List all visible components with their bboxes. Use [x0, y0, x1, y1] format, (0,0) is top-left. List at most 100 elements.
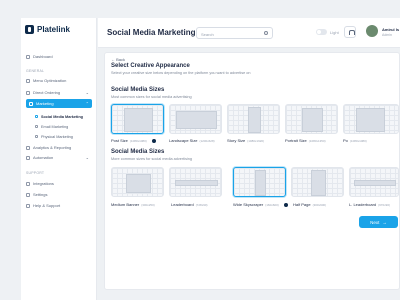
size-dimensions: (300x250) [141, 202, 155, 207]
size-card-wide-skyscraper[interactable] [233, 167, 286, 197]
page-title: Social Media Marketing [107, 28, 196, 37]
size-card-large-leaderboard[interactable] [349, 167, 399, 197]
sidebar-subitem-email-marketing[interactable]: Email Marketing [35, 123, 93, 130]
size-name: Wide Skyscraper [233, 202, 264, 207]
email-icon [35, 125, 38, 128]
search-icon [264, 31, 268, 35]
sidebar-item-label: Direct Ordering [33, 90, 61, 95]
arrow-right-icon: → [382, 219, 387, 225]
size-preview-shape [311, 170, 326, 196]
size-preview-shape [175, 180, 218, 186]
size-name: Post Size [111, 138, 128, 143]
brand-name: Platelink [37, 25, 70, 34]
sidebar-subitem-physical-marketing[interactable]: Physical Marketing [35, 133, 93, 140]
size-dimensions: (1200x628) [199, 138, 215, 143]
sidebar-subitem-label: Social Media Marketing [41, 114, 83, 119]
sidebar-item-label: Marketing [36, 101, 54, 106]
size-card-label: Medium Banner (300x250) [111, 202, 155, 207]
size-card-label: Leaderboard (728x90) [171, 202, 208, 207]
size-preview-shape [124, 108, 153, 132]
size-card-label: Story Size (1080x1920) [227, 138, 264, 143]
sidebar-item-automation[interactable]: Automation ⌄ [26, 153, 92, 162]
sidebar-item-direct-ordering[interactable]: Direct Ordering ⌄ [26, 88, 92, 97]
sidebar-item-label: Help & Support [33, 203, 61, 208]
size-card-leaderboard[interactable] [169, 167, 222, 197]
size-card-landscape[interactable] [169, 104, 222, 134]
size-name: Po [343, 138, 348, 143]
size-card-medium-banner[interactable] [111, 167, 164, 197]
avatar[interactable] [366, 25, 378, 37]
section-subtitle: Most common sizes for social media adver… [111, 95, 192, 99]
search-placeholder: Search [201, 32, 214, 37]
chevron-up-icon: ⌃ [85, 101, 89, 106]
section-subtitle: More common sizes for social media adver… [111, 157, 193, 161]
notification-bell-icon[interactable] [344, 26, 356, 38]
back-link[interactable]: ← Back [111, 57, 125, 62]
theme-toggle[interactable] [316, 29, 327, 35]
size-dimensions: (300x600) [312, 202, 327, 207]
size-name: Story Size [227, 138, 246, 143]
menu-icon [26, 78, 30, 83]
arrow-left-icon: ← [111, 57, 115, 62]
chevron-down-icon: ⌄ [85, 90, 89, 95]
size-card-label: Landscape Size (1200x628) [169, 138, 215, 143]
size-dimensions: (970x90) [378, 202, 390, 207]
size-dimensions: (160x600) [265, 202, 279, 207]
size-card-story[interactable] [227, 104, 280, 134]
size-card-label: Wide Skyscraper (160x600) [233, 202, 288, 207]
size-card-label: Half Page (300x600) [293, 202, 326, 207]
size-card-portrait[interactable] [285, 104, 338, 134]
sidebar-item-label: Automation [33, 155, 54, 160]
sidebar-item-integrations[interactable]: Integrations [26, 179, 92, 188]
user-role: Admin [382, 33, 392, 37]
brand[interactable]: Platelink [25, 25, 70, 34]
megaphone-icon [29, 101, 33, 106]
creative-appearance-panel: ← Back Select Creative Appearance Select… [104, 52, 400, 290]
print-icon [35, 135, 38, 138]
size-card-label: L. Leaderboard (970x90) [349, 202, 390, 207]
chevron-down-icon: ⌄ [85, 155, 89, 160]
sidebar-item-analytics[interactable]: Analytics & Reporting [26, 143, 92, 152]
size-card-post-alt[interactable] [343, 104, 399, 134]
cart-icon [26, 90, 30, 95]
sidebar-subitem-label: Physical Marketing [41, 134, 73, 139]
size-name: Half Page [293, 202, 311, 207]
sidebar-section-general: GENERAL [26, 69, 45, 73]
automation-icon [26, 155, 30, 160]
size-dimensions: (1080x1350) [308, 138, 326, 143]
sidebar-item-label: Analytics & Reporting [33, 145, 72, 150]
sidebar-item-label: Menu Optimization [33, 78, 67, 83]
next-button[interactable]: Next → [359, 216, 398, 228]
search-input[interactable]: Search [196, 27, 273, 39]
sidebar-item-marketing[interactable]: Marketing ⌃ [26, 99, 92, 108]
size-card-label: Portrait Size (1080x1350) [285, 138, 326, 143]
dashboard-icon [26, 54, 30, 59]
selected-indicator [283, 202, 288, 207]
panel-title: Select Creative Appearance [111, 63, 190, 69]
sidebar: Platelink Dashboard GENERAL Menu Optimiz… [21, 18, 97, 300]
size-dimensions: (1080x1080) [349, 138, 367, 143]
size-dimensions: (728x90) [195, 202, 208, 207]
sidebar-item-menu-optimization[interactable]: Menu Optimization [26, 76, 92, 85]
theme-toggle-label: Light [330, 30, 339, 35]
sidebar-item-settings[interactable]: Settings [26, 190, 92, 199]
sidebar-item-help[interactable]: Help & Support [26, 201, 92, 210]
sidebar-item-label: Integrations [33, 181, 54, 186]
help-icon [26, 203, 30, 208]
sidebar-subitem-social-media-marketing[interactable]: Social Media Marketing [35, 113, 93, 120]
size-dimensions: (1080x1920) [247, 138, 265, 143]
size-card-post[interactable] [111, 104, 164, 134]
sidebar-item-dashboard[interactable]: Dashboard [26, 52, 92, 61]
size-preview-shape [255, 170, 266, 196]
analytics-icon [26, 145, 30, 150]
size-card-half-page[interactable] [291, 167, 344, 197]
section-title: Social Media Sizes [111, 149, 165, 155]
sidebar-item-label: Settings [33, 192, 48, 197]
sidebar-subitem-label: Email Marketing [41, 124, 69, 129]
size-name: Leaderboard [171, 202, 194, 207]
selected-indicator [151, 138, 156, 143]
size-card-label: Po (1080x1080) [343, 138, 367, 143]
section-title: Social Media Sizes [111, 87, 165, 93]
size-name: Landscape Size [169, 138, 198, 143]
size-preview-shape [356, 108, 385, 132]
